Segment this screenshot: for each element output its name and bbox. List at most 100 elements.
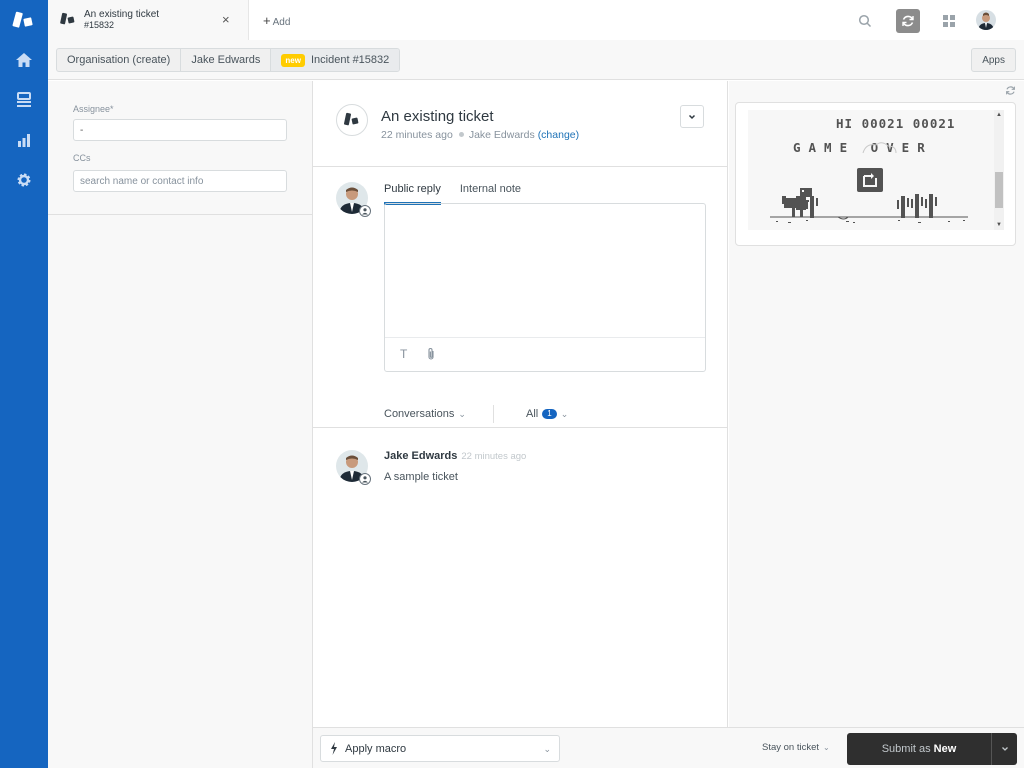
views-icon bbox=[17, 92, 31, 107]
main-nav bbox=[0, 0, 48, 768]
scroll-down-icon[interactable]: ▼ bbox=[994, 220, 1004, 230]
submit-button[interactable]: Submit as New bbox=[847, 733, 991, 765]
conversation-filters: Conversations ⌄ All 1 ⌄ bbox=[313, 401, 728, 428]
ticket-title: An existing ticket bbox=[381, 108, 494, 125]
submit-prefix: Submit as bbox=[881, 743, 931, 755]
search-icon bbox=[858, 14, 872, 28]
author-name: Jake Edwards bbox=[384, 450, 458, 462]
user-photo-icon bbox=[976, 10, 996, 30]
ticket-meta: 22 minutes ago Jake Edwards (change) bbox=[381, 129, 579, 141]
event-count-badge: 1 bbox=[542, 409, 557, 419]
nav-reporting[interactable] bbox=[14, 130, 34, 150]
macro-label: Apply macro bbox=[345, 743, 407, 755]
home-icon bbox=[16, 53, 32, 67]
breadcrumb-organisation[interactable]: Organisation (create) bbox=[57, 49, 182, 71]
conversations-refresh-button[interactable] bbox=[896, 9, 920, 33]
lightning-icon bbox=[330, 742, 338, 758]
stay-label: Stay on ticket bbox=[762, 742, 820, 753]
conversation-event: Jake Edwards 22 minutes ago A sample tick… bbox=[313, 446, 728, 506]
ticket-tab-icon bbox=[60, 12, 76, 29]
product-tray-button[interactable] bbox=[937, 9, 961, 33]
assignee-field[interactable] bbox=[73, 119, 287, 141]
event-author[interactable]: Jake Edwards 22 minutes ago bbox=[384, 450, 526, 462]
scrollbar[interactable]: ▲ ▼ bbox=[994, 110, 1004, 230]
plus-icon: + bbox=[263, 13, 271, 28]
add-tab-button[interactable]: + Add bbox=[263, 13, 290, 28]
text-format-icon[interactable]: T bbox=[400, 347, 407, 361]
cactus-icon bbox=[806, 194, 937, 218]
editor-toolbar: T bbox=[385, 337, 705, 371]
ground-dots bbox=[776, 220, 965, 223]
dino-game[interactable]: HI 00021 00021 GAME OVER bbox=[748, 110, 994, 230]
top-bar: An existing ticket #15832 × + Add bbox=[48, 0, 1024, 40]
zendesk-logo-icon[interactable] bbox=[12, 10, 36, 30]
app-card: HI 00021 00021 GAME OVER ▲ ▼ bbox=[735, 102, 1016, 246]
reply-editor: T bbox=[384, 203, 706, 372]
chevron-down-icon: ⌄ bbox=[823, 743, 830, 752]
all-filter[interactable]: All 1 ⌄ bbox=[526, 408, 568, 420]
tab-internal-note[interactable]: Internal note bbox=[460, 183, 521, 203]
ticket-options-button[interactable] bbox=[680, 105, 704, 128]
grid-icon bbox=[943, 15, 955, 27]
footer-bar: Apply macro ⌄ Stay on ticket ⌄ Submit as N… bbox=[313, 727, 1024, 768]
divider bbox=[493, 405, 494, 423]
chevron-down-icon: ⌄ bbox=[458, 409, 466, 419]
conversations-filter[interactable]: Conversations ⌄ bbox=[384, 408, 466, 420]
ticket-header: An existing ticket 22 minutes ago Jake Ed… bbox=[313, 81, 728, 167]
all-label: All bbox=[526, 408, 539, 420]
stay-on-ticket-select[interactable]: Stay on ticket ⌄ bbox=[762, 742, 830, 753]
submit-status: New bbox=[933, 743, 957, 755]
game-scene bbox=[770, 142, 968, 223]
composer-tabs: Public reply Internal note bbox=[384, 183, 540, 205]
chevron-down-icon: ⌄ bbox=[560, 409, 569, 419]
bar-chart-icon bbox=[18, 134, 30, 147]
chevron-down-icon bbox=[1001, 747, 1008, 751]
chevron-down-icon: ⌄ bbox=[543, 744, 551, 754]
chevron-down-icon bbox=[688, 114, 696, 119]
conversation-pane: An existing ticket 22 minutes ago Jake Ed… bbox=[313, 81, 728, 727]
user-avatar[interactable] bbox=[976, 10, 996, 30]
separator-dot bbox=[458, 132, 464, 138]
end-user-badge-icon bbox=[359, 473, 371, 485]
reply-textarea[interactable] bbox=[385, 204, 705, 337]
apps-button[interactable]: Apps bbox=[971, 48, 1016, 72]
ccs-field[interactable] bbox=[73, 170, 287, 192]
close-tab-icon[interactable]: × bbox=[222, 12, 230, 27]
refresh-icon bbox=[902, 15, 914, 27]
event-body: A sample ticket bbox=[384, 471, 458, 483]
breadcrumb-requester[interactable]: Jake Edwards bbox=[181, 49, 272, 71]
breadcrumb-ticket-label: Incident #15832 bbox=[310, 54, 390, 66]
nav-admin[interactable] bbox=[14, 170, 34, 190]
breadcrumb: Organisation (create) Jake Edwards new I… bbox=[56, 48, 401, 72]
add-label: Add bbox=[272, 17, 291, 28]
status-badge: new bbox=[281, 53, 305, 67]
search-button[interactable] bbox=[853, 9, 877, 33]
ticket-requester: Jake Edwards bbox=[468, 129, 535, 141]
event-time: 22 minutes ago bbox=[461, 451, 527, 462]
event-avatar bbox=[336, 450, 371, 485]
apply-macro-select[interactable]: Apply macro ⌄ bbox=[320, 735, 560, 762]
change-requester-link[interactable]: (change) bbox=[538, 129, 579, 141]
ticket-tab[interactable]: An existing ticket #15832 × bbox=[48, 0, 249, 40]
gear-icon bbox=[17, 173, 31, 187]
nav-home[interactable] bbox=[14, 50, 34, 70]
nav-views[interactable] bbox=[14, 90, 34, 110]
conversations-label: Conversations bbox=[384, 408, 455, 420]
ticket-channel-icon bbox=[336, 104, 368, 136]
composer-avatar bbox=[336, 182, 371, 217]
submit-options-button[interactable] bbox=[991, 733, 1017, 765]
apps-refresh-icon[interactable] bbox=[1005, 85, 1016, 99]
assignee-label: Assignee* bbox=[73, 104, 114, 114]
tab-public-reply[interactable]: Public reply bbox=[384, 183, 441, 205]
attachment-icon[interactable] bbox=[426, 347, 436, 364]
restart-icon bbox=[857, 168, 883, 192]
cloud-icon bbox=[862, 142, 897, 154]
tab-ticket-number: #15832 bbox=[84, 20, 115, 30]
ticket-time: 22 minutes ago bbox=[381, 129, 453, 141]
breadcrumb-ticket[interactable]: new Incident #15832 bbox=[271, 49, 400, 71]
scroll-up-icon[interactable]: ▲ bbox=[994, 110, 1004, 120]
end-user-badge-icon bbox=[359, 205, 371, 217]
apps-panel: HI 00021 00021 GAME OVER ▲ ▼ bbox=[729, 81, 1024, 727]
scrollbar-thumb[interactable] bbox=[995, 172, 1003, 208]
ticket-properties-panel: Assignee* CCs bbox=[48, 81, 313, 768]
